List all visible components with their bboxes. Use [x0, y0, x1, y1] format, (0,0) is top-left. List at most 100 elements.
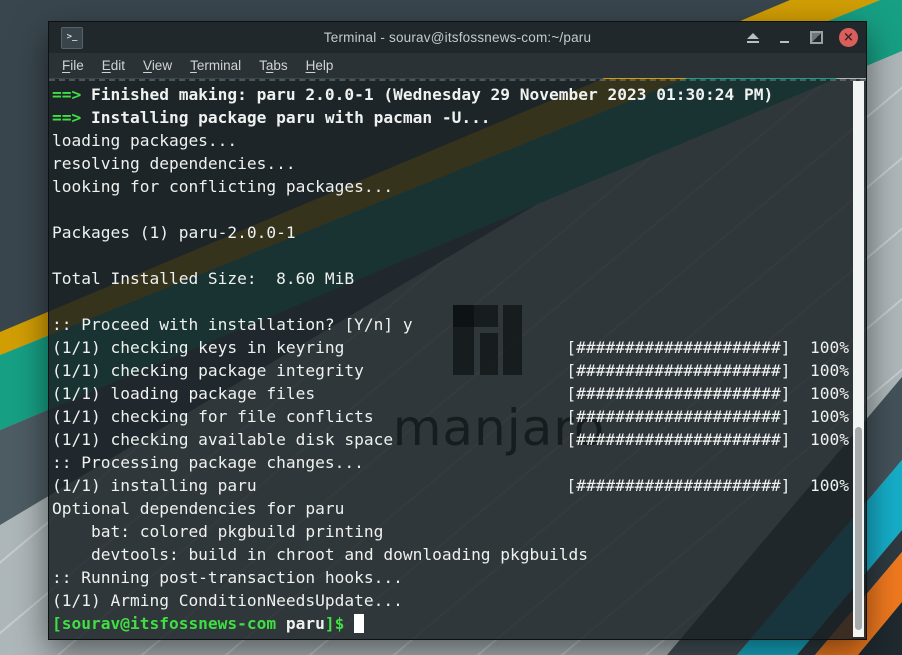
- titlebar[interactable]: >_ Terminal - sourav@itsfossnews-com:~/p…: [49, 22, 866, 54]
- terminal-line: (1/1) checking keys in keyring [#########…: [52, 336, 849, 359]
- terminal-line: bat: colored pkgbuild printing: [52, 520, 849, 543]
- terminal-text-segment: Optional dependencies for paru: [52, 499, 344, 518]
- terminal-line-text: :: Running post-transaction hooks...: [52, 566, 403, 589]
- terminal-app-icon: >_: [61, 27, 83, 49]
- close-button[interactable]: ×: [839, 28, 858, 47]
- progress-bar-text: [#####################] 100%: [566, 428, 849, 451]
- progress-bar-text: [#####################] 100%: [566, 336, 849, 359]
- terminal-text-segment: (1/1) checking for file conflicts: [52, 407, 374, 426]
- terminal-line: [52, 290, 849, 313]
- terminal-line: [52, 244, 849, 267]
- terminal-screen-lines[interactable]: ==> Finished making: paru 2.0.0-1 (Wedne…: [52, 83, 849, 639]
- terminal-line-text: (1/1) checking available disk space: [52, 428, 393, 451]
- menu-item-help[interactable]: Help: [297, 55, 343, 76]
- menu-item-file[interactable]: File: [53, 55, 93, 76]
- terminal-line: devtools: build in chroot and downloadin…: [52, 543, 849, 566]
- terminal-text-segment: Total Installed Size: 8.60 MiB: [52, 269, 354, 288]
- terminal-window: >_ Terminal - sourav@itsfossnews-com:~/p…: [48, 21, 867, 640]
- terminal-line-text: (1/1) checking for file conflicts: [52, 405, 374, 428]
- terminal-line: ==> Finished making: paru 2.0.0-1 (Wedne…: [52, 83, 849, 106]
- terminal-line: (1/1) installing paru [##################…: [52, 474, 849, 497]
- terminal-text-segment: (1/1) Arming ConditionNeedsUpdate...: [52, 591, 403, 610]
- terminal-text-segment: ==>: [52, 85, 91, 104]
- maximize-button[interactable]: [807, 28, 826, 47]
- terminal-text-segment: (1/1) checking keys in keyring: [52, 338, 344, 357]
- terminal-line: Packages (1) paru-2.0.0-1: [52, 221, 849, 244]
- minimize-icon: [780, 41, 789, 43]
- terminal-text-segment: (1/1) checking package integrity: [52, 361, 364, 380]
- terminal-text-segment: resolving dependencies...: [52, 154, 296, 173]
- terminal-line-text: bat: colored pkgbuild printing: [52, 520, 383, 543]
- terminal-text-segment: paru: [286, 614, 325, 633]
- terminal-line: (1/1) Arming ConditionNeedsUpdate...: [52, 589, 849, 612]
- terminal-line: [sourav@itsfossnews-com paru]$: [52, 612, 849, 635]
- terminal-line-text: (1/1) checking package integrity: [52, 359, 364, 382]
- maximize-icon: [810, 31, 823, 44]
- terminal-text-segment: ==>: [52, 108, 91, 127]
- terminal-text-segment: :: Processing package changes...: [52, 453, 364, 472]
- terminal-text-segment: (1/1) loading package files: [52, 384, 315, 403]
- terminal-line: (1/1) loading package files [############…: [52, 382, 849, 405]
- terminal-line: Optional dependencies for paru: [52, 497, 849, 520]
- terminal-text-segment: loading packages...: [52, 131, 237, 150]
- terminal-viewport[interactable]: manjaro ==> Finished making: paru 2.0.0-…: [49, 79, 866, 639]
- scrollbar-thumb[interactable]: [855, 427, 862, 630]
- desktop: >_ Terminal - sourav@itsfossnews-com:~/p…: [0, 0, 902, 655]
- progress-bar-text: [#####################] 100%: [566, 405, 849, 428]
- scrollbar-track[interactable]: [853, 81, 864, 637]
- terminal-text-segment: ]$: [325, 614, 354, 633]
- terminal-line-text: [52, 290, 62, 313]
- terminal-text-segment: bat: colored pkgbuild printing: [52, 522, 383, 541]
- terminal-line-text: (1/1) checking keys in keyring: [52, 336, 344, 359]
- window-controls: ×: [743, 22, 858, 53]
- terminal-text-segment: :: Running post-transaction hooks...: [52, 568, 403, 587]
- terminal-line-text: :: Processing package changes...: [52, 451, 364, 474]
- terminal-text-segment: Installing package paru with pacman -U..…: [91, 108, 491, 127]
- progress-bar-text: [#####################] 100%: [566, 474, 849, 497]
- terminal-text-segment: Packages (1) paru-2.0.0-1: [52, 223, 296, 242]
- terminal-line-text: Total Installed Size: 8.60 MiB: [52, 267, 354, 290]
- progress-bar-text: [#####################] 100%: [566, 359, 849, 382]
- terminal-line-text: [52, 198, 62, 221]
- terminal-line: [52, 198, 849, 221]
- menu-item-view[interactable]: View: [134, 55, 181, 76]
- terminal-line-text: (1/1) loading package files: [52, 382, 315, 405]
- terminal-line-text: devtools: build in chroot and downloadin…: [52, 543, 588, 566]
- terminal-text-segment: :: Proceed with installation? [Y/n] y: [52, 315, 413, 334]
- terminal-line: Total Installed Size: 8.60 MiB: [52, 267, 849, 290]
- terminal-line-text: :: Proceed with installation? [Y/n] y: [52, 313, 413, 336]
- terminal-line-text: loading packages...: [52, 129, 237, 152]
- terminal-line: (1/1) checking for file conflicts [######…: [52, 405, 849, 428]
- terminal-text-segment: Finished making: paru 2.0.0-1 (Wednesday…: [91, 85, 773, 104]
- menu-item-terminal[interactable]: Terminal: [181, 55, 250, 76]
- shade-icon-bar: [747, 41, 759, 43]
- terminal-line-text: resolving dependencies...: [52, 152, 296, 175]
- terminal-line: loading packages...: [52, 129, 849, 152]
- terminal-text-segment: looking for conflicting packages...: [52, 177, 393, 196]
- shade-button[interactable]: [743, 28, 762, 47]
- terminal-line-text: (1/1) Arming ConditionNeedsUpdate...: [52, 589, 403, 612]
- terminal-text-segment: devtools: build in chroot and downloadin…: [52, 545, 588, 564]
- menu-bar: FileEditViewTerminalTabsHelp: [49, 53, 866, 78]
- menu-item-tabs[interactable]: Tabs: [250, 55, 297, 76]
- terminal-line-text: (1/1) installing paru: [52, 474, 257, 497]
- terminal-line-text: [52, 244, 62, 267]
- terminal-line-text: Packages (1) paru-2.0.0-1: [52, 221, 296, 244]
- terminal-line-text: [sourav@itsfossnews-com paru]$: [52, 612, 364, 635]
- terminal-line: looking for conflicting packages...: [52, 175, 849, 198]
- terminal-line-text: looking for conflicting packages...: [52, 175, 393, 198]
- terminal-text-segment: (1/1) checking available disk space: [52, 430, 393, 449]
- terminal-text-segment: (1/1) installing paru: [52, 476, 257, 495]
- terminal-text-segment: [sourav@itsfossnews-com: [52, 614, 286, 633]
- terminal-line: (1/1) checking available disk space [####…: [52, 428, 849, 451]
- terminal-line: (1/1) checking package integrity [#######…: [52, 359, 849, 382]
- progress-bar-text: [#####################] 100%: [566, 382, 849, 405]
- terminal-line: :: Running post-transaction hooks...: [52, 566, 849, 589]
- terminal-line: :: Proceed with installation? [Y/n] y: [52, 313, 849, 336]
- terminal-line: ==> Installing package paru with pacman …: [52, 106, 849, 129]
- terminal-cursor: [354, 614, 364, 633]
- minimize-button[interactable]: [775, 28, 794, 47]
- menu-item-edit[interactable]: Edit: [93, 55, 134, 76]
- terminal-line: :: Processing package changes...: [52, 451, 849, 474]
- terminal-line-text: ==> Finished making: paru 2.0.0-1 (Wedne…: [52, 83, 773, 106]
